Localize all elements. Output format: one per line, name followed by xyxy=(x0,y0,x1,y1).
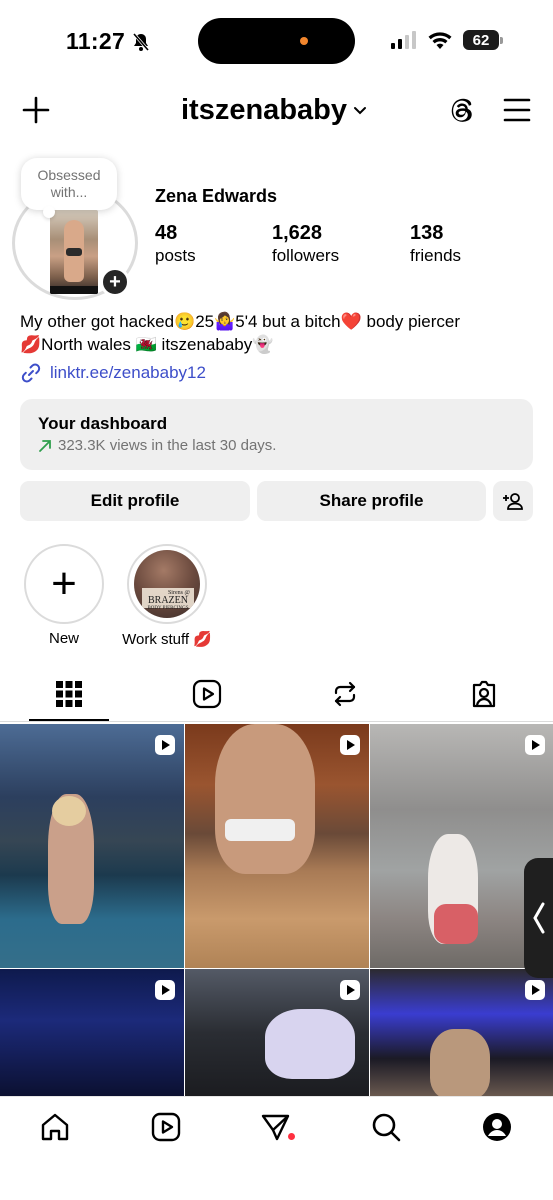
search-icon[interactable] xyxy=(370,1111,402,1143)
threads-icon[interactable] xyxy=(446,94,478,126)
dashboard-subtitle: 323.3K views in the last 30 days. xyxy=(58,437,277,454)
post-thumbnail[interactable] xyxy=(185,724,369,968)
profile-tabs xyxy=(0,668,553,722)
reel-play-icon xyxy=(525,735,545,755)
highlight-label: Work stuff 💋 xyxy=(122,631,212,648)
dashboard-subtitle-row: 323.3K views in the last 30 days. xyxy=(38,437,515,454)
chevron-left-icon xyxy=(532,902,544,934)
status-bar: 11:27 62 xyxy=(0,0,553,80)
tab-divider xyxy=(0,721,553,722)
recording-indicator-icon xyxy=(300,37,308,45)
username-label: itszenababy xyxy=(181,94,347,126)
stat-value: 48 xyxy=(155,222,178,244)
stat-label: friends xyxy=(410,246,462,265)
stat-friends[interactable]: 138 friends xyxy=(410,222,461,266)
highlight-label: New xyxy=(48,630,79,647)
cover-text-main: BRAZEN xyxy=(148,595,188,606)
account-switcher[interactable]: itszenababy xyxy=(181,94,367,127)
create-plus-icon[interactable] xyxy=(22,96,50,124)
reel-play-icon xyxy=(340,980,360,1000)
direct-messages-icon[interactable] xyxy=(259,1111,291,1143)
bio-line: 💋North wales 🏴󠁧󠁢󠁷󠁬󠁳󠁿 itszenababy👻 xyxy=(20,335,274,354)
bottom-nav xyxy=(0,1096,553,1200)
status-time: 11:27 xyxy=(66,28,151,55)
time-label: 11:27 xyxy=(66,28,126,54)
reels-icon[interactable] xyxy=(150,1111,182,1143)
link-icon xyxy=(21,363,41,383)
highlight-cover-ring: Sirens @ BRAZEN BODY PIERCINGS xyxy=(127,544,207,624)
stat-label: followers xyxy=(272,246,340,265)
edit-profile-button[interactable]: Edit profile xyxy=(20,481,250,521)
reels-icon[interactable] xyxy=(191,678,223,710)
battery-icon: 62 xyxy=(463,30,503,50)
tagged-icon[interactable] xyxy=(468,678,500,710)
note-text: Obsessed with... xyxy=(37,167,101,200)
profile-header: itszenababy xyxy=(0,88,553,134)
post-thumbnail[interactable] xyxy=(185,969,369,1096)
hamburger-menu-icon[interactable] xyxy=(503,97,531,123)
status-icons: 62 xyxy=(391,30,503,50)
battery-level: 62 xyxy=(463,30,499,50)
post-thumbnail[interactable] xyxy=(0,724,184,968)
side-panel-handle[interactable] xyxy=(524,858,553,978)
highlight-cover: Sirens @ BRAZEN BODY PIERCINGS xyxy=(134,550,200,618)
display-name: Zena Edwards xyxy=(155,186,278,206)
bio-link[interactable]: linktr.ee/zenababy12 xyxy=(20,362,206,384)
stat-value: 138 xyxy=(410,222,444,244)
trend-arrow-icon xyxy=(39,439,51,452)
stat-posts[interactable]: 48 posts xyxy=(155,222,196,266)
highlight-cover-badge: Sirens @ BRAZEN BODY PIERCINGS xyxy=(142,588,194,611)
share-profile-button[interactable]: Share profile xyxy=(257,481,486,521)
notification-dot xyxy=(288,1133,295,1140)
stat-followers[interactable]: 1,628 followers xyxy=(272,222,339,266)
add-person-icon xyxy=(503,493,523,510)
chevron-down-icon xyxy=(354,106,366,114)
post-thumbnail[interactable] xyxy=(0,969,184,1096)
highlight-work-stuff[interactable]: Sirens @ BRAZEN BODY PIERCINGS Work stuf… xyxy=(117,544,217,648)
reel-play-icon xyxy=(340,735,360,755)
note-bubble[interactable]: Obsessed with... xyxy=(21,158,117,218)
reel-play-icon xyxy=(155,980,175,1000)
dynamic-island xyxy=(198,18,355,64)
posts-grid xyxy=(0,724,553,1096)
profile-icon[interactable] xyxy=(481,1111,513,1143)
silent-bell-icon xyxy=(132,32,150,51)
cover-text-bottom: BODY PIERCINGS xyxy=(147,606,189,611)
highlight-new[interactable]: + New xyxy=(14,544,114,647)
discover-people-button[interactable] xyxy=(493,481,533,521)
post-thumbnail[interactable] xyxy=(370,969,553,1096)
plus-icon: + xyxy=(24,544,104,624)
wifi-icon xyxy=(428,32,452,49)
stat-value: 1,628 xyxy=(272,222,323,244)
bio-link-text[interactable]: linktr.ee/zenababy12 xyxy=(50,363,206,383)
dashboard-card[interactable]: Your dashboard 323.3K views in the last … xyxy=(20,399,533,470)
bio-line: My other got hacked🥲25🤷‍♀️5'4 but a bitc… xyxy=(20,312,461,331)
add-story-plus-icon[interactable]: + xyxy=(100,267,130,297)
reposts-icon[interactable] xyxy=(329,678,361,710)
reel-play-icon xyxy=(155,735,175,755)
grid-icon[interactable] xyxy=(53,678,85,710)
bio: My other got hacked🥲25🤷‍♀️5'4 but a bitc… xyxy=(20,310,540,356)
avatar[interactable] xyxy=(50,210,98,294)
home-icon[interactable] xyxy=(39,1111,71,1143)
dashboard-title: Your dashboard xyxy=(38,414,168,433)
stat-label: posts xyxy=(155,246,196,265)
reel-play-icon xyxy=(525,980,545,1000)
signal-icon xyxy=(391,31,416,49)
